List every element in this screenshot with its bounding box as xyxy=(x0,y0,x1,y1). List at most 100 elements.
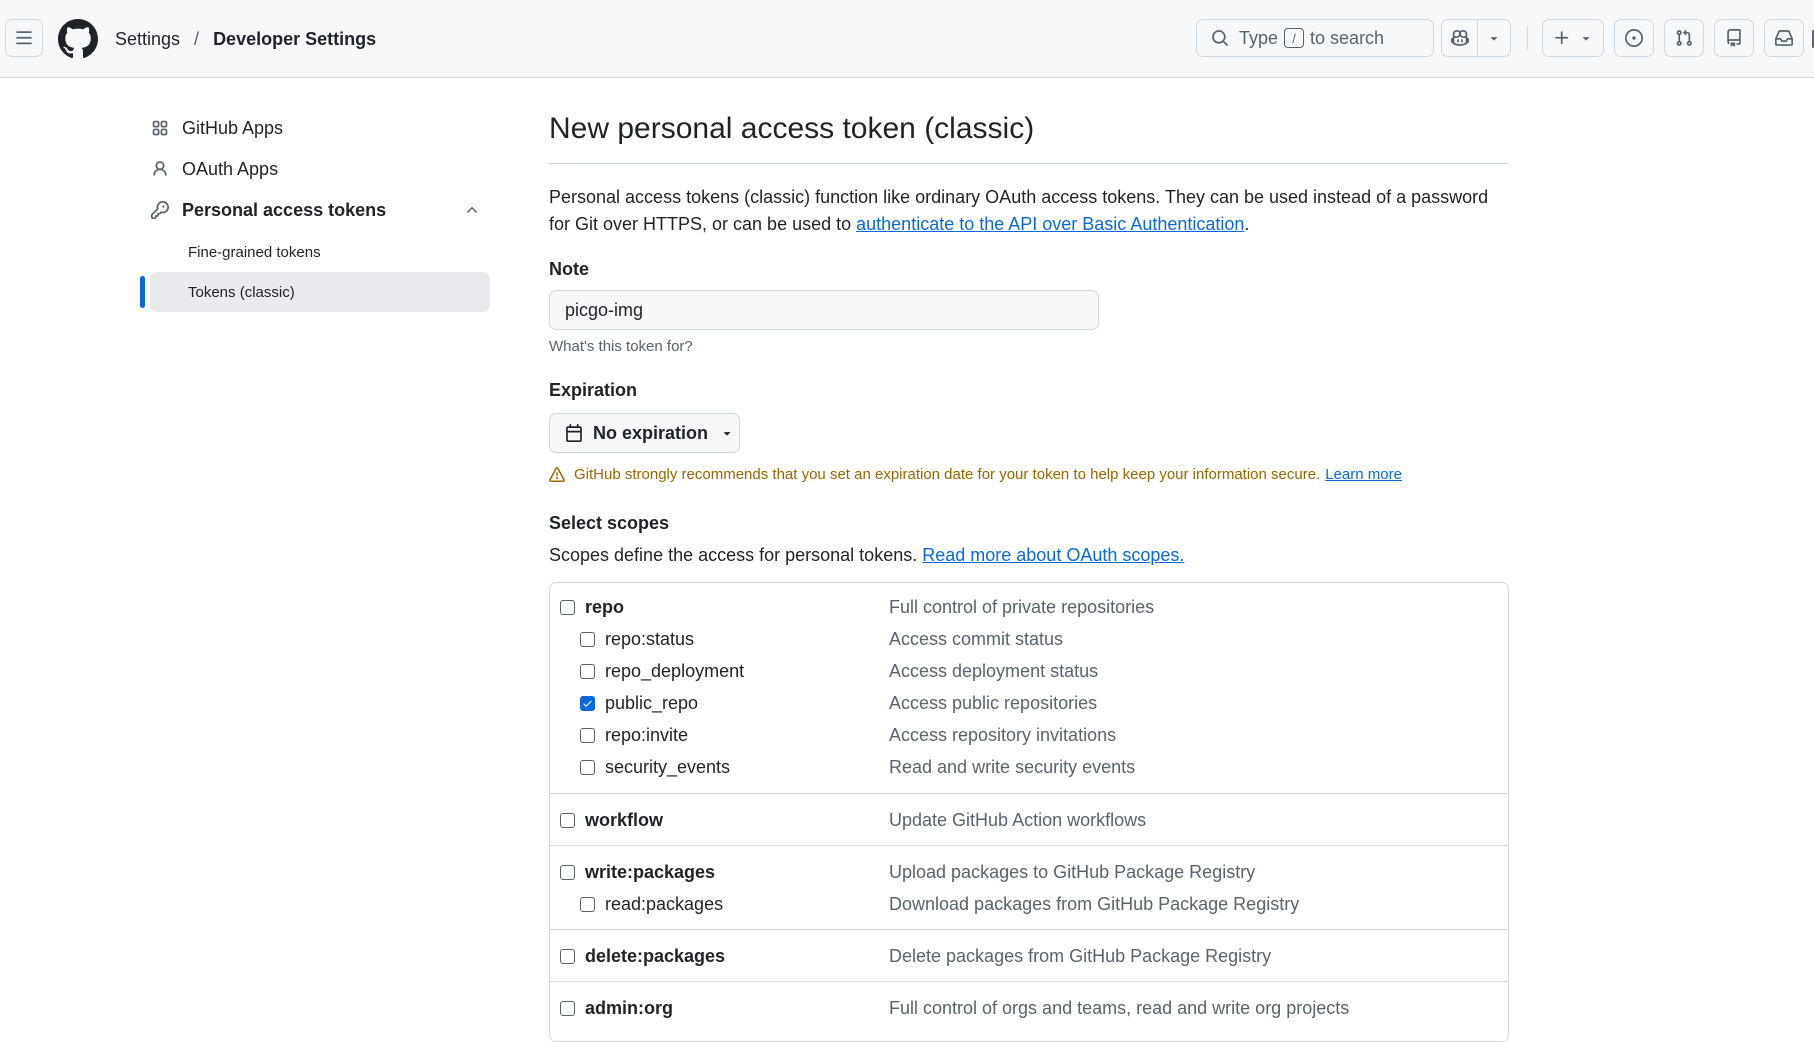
warning-text: GitHub strongly recommends that you set … xyxy=(574,466,1321,483)
scopes-text: Scopes define the access for personal to… xyxy=(549,545,918,565)
scopes-list: repo Full control of private repositorie… xyxy=(549,582,1509,1042)
app-header: Settings / Developer Settings Type / to … xyxy=(0,0,1814,78)
scope-description: Delete packages from GitHub Package Regi… xyxy=(889,945,1272,966)
copilot-menu-button[interactable] xyxy=(1477,19,1511,57)
scope-checkbox-repo-invite[interactable] xyxy=(580,727,595,743)
apps-icon xyxy=(150,119,170,137)
repositories-button[interactable] xyxy=(1714,19,1754,57)
create-new-button[interactable] xyxy=(1542,19,1604,57)
scope-name: workflow xyxy=(585,809,664,830)
search-placeholder-suffix: to search xyxy=(1310,27,1385,48)
alert-icon xyxy=(549,466,565,482)
scope-name: write:packages xyxy=(585,861,716,882)
note-input[interactable]: picgo-img xyxy=(549,290,1099,330)
note-hint: What's this token for? xyxy=(549,338,693,355)
scope-name: delete:packages xyxy=(585,945,726,966)
scope-name: admin:org xyxy=(585,997,673,1018)
scope-checkbox-repo-deployment[interactable] xyxy=(580,663,595,679)
scope-name: read:packages xyxy=(605,893,724,914)
expiration-warning: GitHub strongly recommends that you set … xyxy=(549,466,1402,483)
scope-checkbox-public-repo[interactable] xyxy=(580,695,595,711)
scope-row-admin-org: admin:org Full control of orgs and teams… xyxy=(550,992,1508,1024)
issues-button[interactable] xyxy=(1614,19,1654,57)
scope-row-repo: repo Full control of private repositorie… xyxy=(550,591,1508,623)
scope-group-repo: repo Full control of private repositorie… xyxy=(550,583,1508,794)
expiration-select[interactable]: No expiration xyxy=(549,413,740,453)
scope-checkbox-admin-org[interactable] xyxy=(560,1000,575,1016)
scope-group-packages: write:packages Upload packages to GitHub… xyxy=(550,846,1508,930)
search-shortcut-key: / xyxy=(1284,28,1305,48)
scope-row-write-packages: write:packages Upload packages to GitHub… xyxy=(550,856,1508,888)
scope-description: Full control of orgs and teams, read and… xyxy=(889,997,1350,1018)
sidebar-item-label: Fine-grained tokens xyxy=(188,243,321,261)
scope-checkbox-repo[interactable] xyxy=(560,599,575,615)
scope-row-workflow: workflow Update GitHub Action workflows xyxy=(550,804,1508,836)
basic-auth-link[interactable]: authenticate to the API over Basic Authe… xyxy=(856,214,1244,234)
scope-description: Full control of private repositories xyxy=(889,596,1155,617)
sidebar-item-tokens-classic[interactable]: Tokens (classic) xyxy=(150,272,490,312)
scope-row-delete-packages: delete:packages Delete packages from Git… xyxy=(550,940,1508,972)
scope-checkbox-security-events[interactable] xyxy=(580,759,595,775)
scope-checkbox-delete-packages[interactable] xyxy=(560,948,575,964)
triangle-down-icon xyxy=(1490,37,1498,41)
note-input-value: picgo-img xyxy=(565,299,644,320)
notifications-button[interactable] xyxy=(1764,19,1804,57)
scope-name: repo_deployment xyxy=(605,660,745,681)
breadcrumb-developer-settings-link[interactable]: Developer Settings xyxy=(213,29,376,50)
copilot-icon xyxy=(1450,30,1469,46)
scope-row-repo-status: repo:status Access commit status xyxy=(550,623,1508,655)
scope-checkbox-workflow[interactable] xyxy=(560,812,575,828)
scope-group-delete-packages: delete:packages Delete packages from Git… xyxy=(550,930,1508,982)
title-divider xyxy=(549,163,1509,164)
scope-description: Access commit status xyxy=(889,628,1064,649)
scope-description: Access deployment status xyxy=(889,660,1099,681)
oauth-scopes-link[interactable]: Read more about OAuth scopes. xyxy=(922,545,1184,565)
sidebar-item-label: GitHub Apps xyxy=(182,117,284,138)
git-pull-request-icon xyxy=(1676,29,1692,46)
triangle-down-icon xyxy=(723,432,731,436)
sidebar-item-github-apps[interactable]: GitHub Apps xyxy=(150,110,490,146)
issue-opened-icon xyxy=(1625,29,1643,47)
sidebar-item-personal-access-tokens[interactable]: Personal access tokens xyxy=(150,192,490,228)
scope-description: Access repository invitations xyxy=(889,724,1117,745)
scope-checkbox-repo-status[interactable] xyxy=(580,631,595,647)
scope-group-workflow: workflow Update GitHub Action workflows xyxy=(550,794,1508,846)
chevron-up-icon[interactable] xyxy=(464,202,480,218)
note-label: Note xyxy=(549,259,589,279)
scope-description: Read and write security events xyxy=(889,756,1136,777)
repo-icon xyxy=(1727,29,1741,47)
hamburger-icon xyxy=(16,31,32,45)
scope-description: Access public repositories xyxy=(889,692,1098,713)
sidebar-item-label: Personal access tokens xyxy=(182,199,387,220)
select-scopes-label: Select scopes xyxy=(549,513,670,533)
person-icon xyxy=(150,160,170,178)
scope-name: security_events xyxy=(605,756,731,777)
breadcrumb-separator: / xyxy=(194,28,200,49)
scope-row-repo-invite: repo:invite Access repository invitation… xyxy=(550,719,1508,751)
intro-end: . xyxy=(1244,214,1250,234)
scope-row-security-events: security_events Read and write security … xyxy=(550,751,1508,783)
scope-description: Update GitHub Action workflows xyxy=(889,809,1147,830)
sidebar-item-oauth-apps[interactable]: OAuth Apps xyxy=(150,151,490,187)
menu-button[interactable] xyxy=(5,19,43,57)
breadcrumb-settings-link[interactable]: Settings xyxy=(115,29,180,50)
scope-description: Upload packages to GitHub Package Regist… xyxy=(889,861,1256,882)
key-icon xyxy=(150,201,170,219)
scope-checkbox-write-packages[interactable] xyxy=(560,864,575,880)
calendar-icon xyxy=(566,424,582,442)
header-divider xyxy=(1527,26,1528,50)
github-logo-icon[interactable] xyxy=(58,19,98,59)
learn-more-link[interactable]: Learn more xyxy=(1325,466,1402,483)
scope-checkbox-read-packages[interactable] xyxy=(580,896,595,912)
sidebar-item-fine-grained-tokens[interactable]: Fine-grained tokens xyxy=(150,232,490,272)
plus-icon xyxy=(1555,31,1569,45)
scope-description: Download packages from GitHub Package Re… xyxy=(889,893,1300,914)
pull-requests-button[interactable] xyxy=(1664,19,1704,57)
breadcrumb: Settings / Developer Settings xyxy=(115,27,376,51)
expiration-label: Expiration xyxy=(549,380,638,400)
scope-name: repo:invite xyxy=(605,724,689,745)
search-input[interactable]: Type / to search xyxy=(1196,19,1434,57)
copilot-button[interactable] xyxy=(1441,19,1478,57)
triangle-down-icon xyxy=(1582,37,1590,41)
sidebar-item-label: OAuth Apps xyxy=(182,158,279,179)
